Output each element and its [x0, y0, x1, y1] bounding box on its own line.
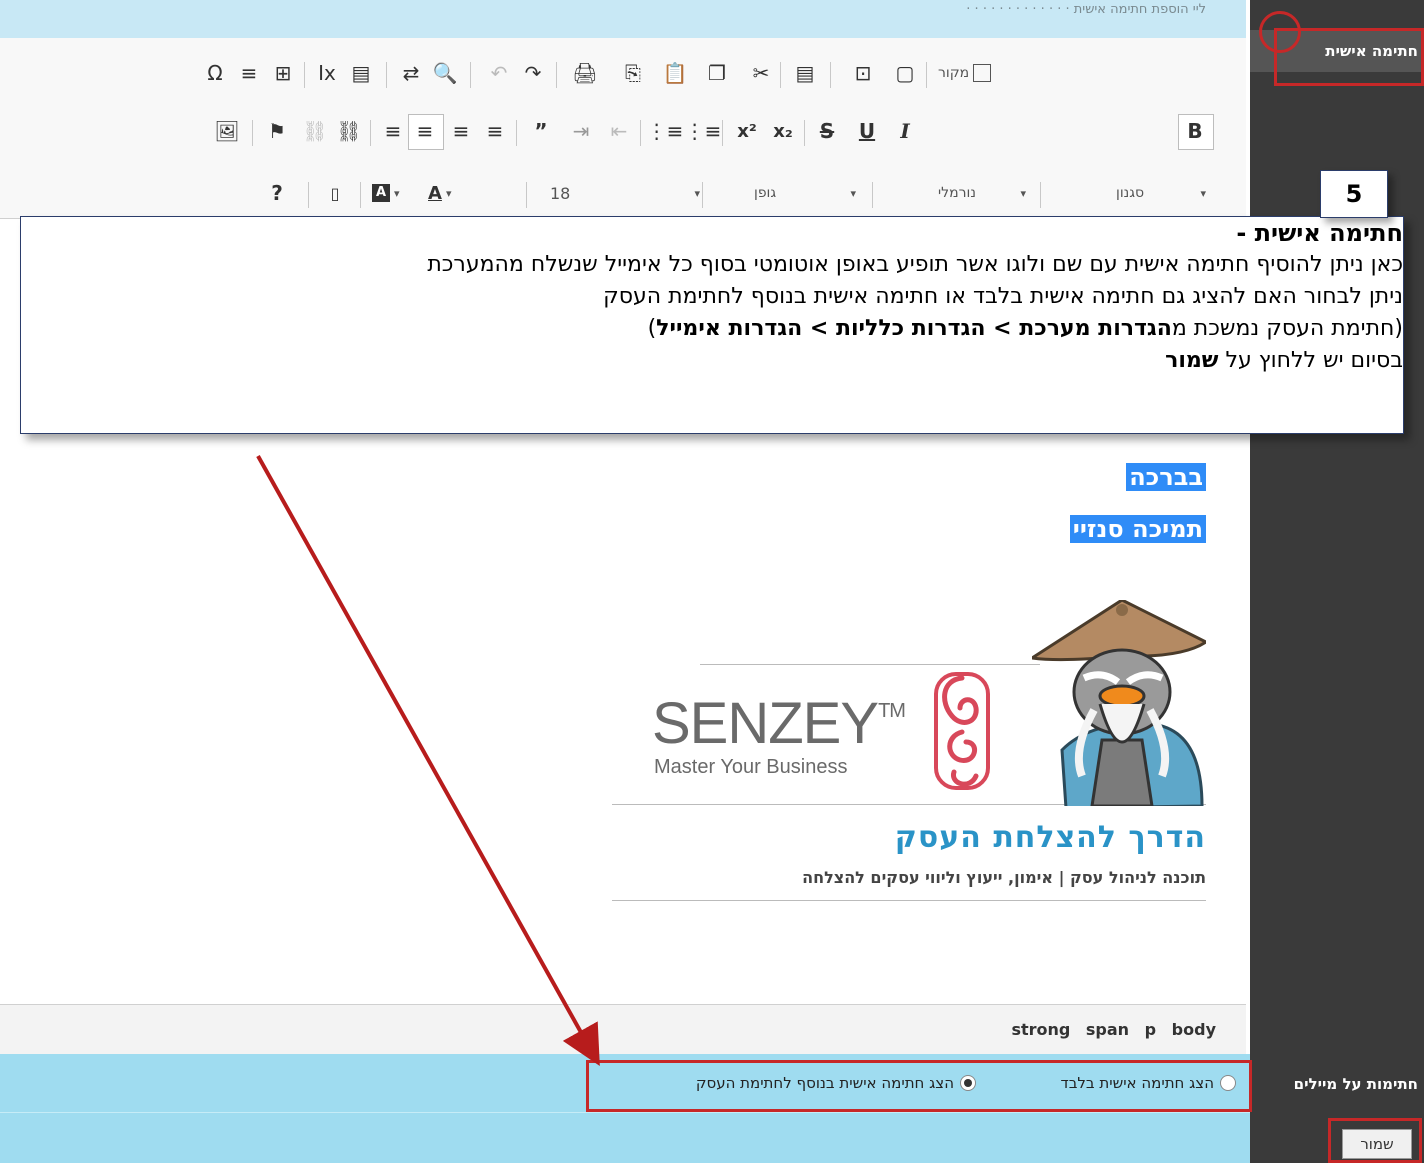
callout-line-4-save: שמור [1165, 348, 1219, 373]
callout-line-3-path: הגדרות מערכת > הגדרות כלליות > הגדרות אי… [656, 316, 1172, 341]
callout-line-3-suffix: ) [647, 316, 657, 341]
step-number-badge: 5 [1320, 170, 1388, 218]
annotation-arrow [256, 455, 600, 1066]
callout-line-4: בסיום יש ללחוץ על שמור [21, 345, 1403, 377]
instruction-callout: חתימה אישית - כאן ניתן להוסיף חתימה אישי… [20, 216, 1404, 434]
callout-line-4-prefix: בסיום יש ללחוץ על [1218, 348, 1403, 373]
arrow-line [256, 455, 600, 1066]
callout-line-3-prefix: (חתימת העסק נמשכת מ [1171, 316, 1403, 341]
callout-line-2: ניתן לבחור האם להציג גם חתימה אישית בלבד… [603, 284, 1403, 309]
callout-line-3: (חתימת העסק נמשכת מהגדרות מערכת > הגדרות… [21, 313, 1403, 345]
callout-line-1: כאן ניתן להוסיף חתימה אישית עם שם ולוגו … [427, 252, 1403, 277]
callout-title: חתימה אישית - [1236, 219, 1403, 247]
